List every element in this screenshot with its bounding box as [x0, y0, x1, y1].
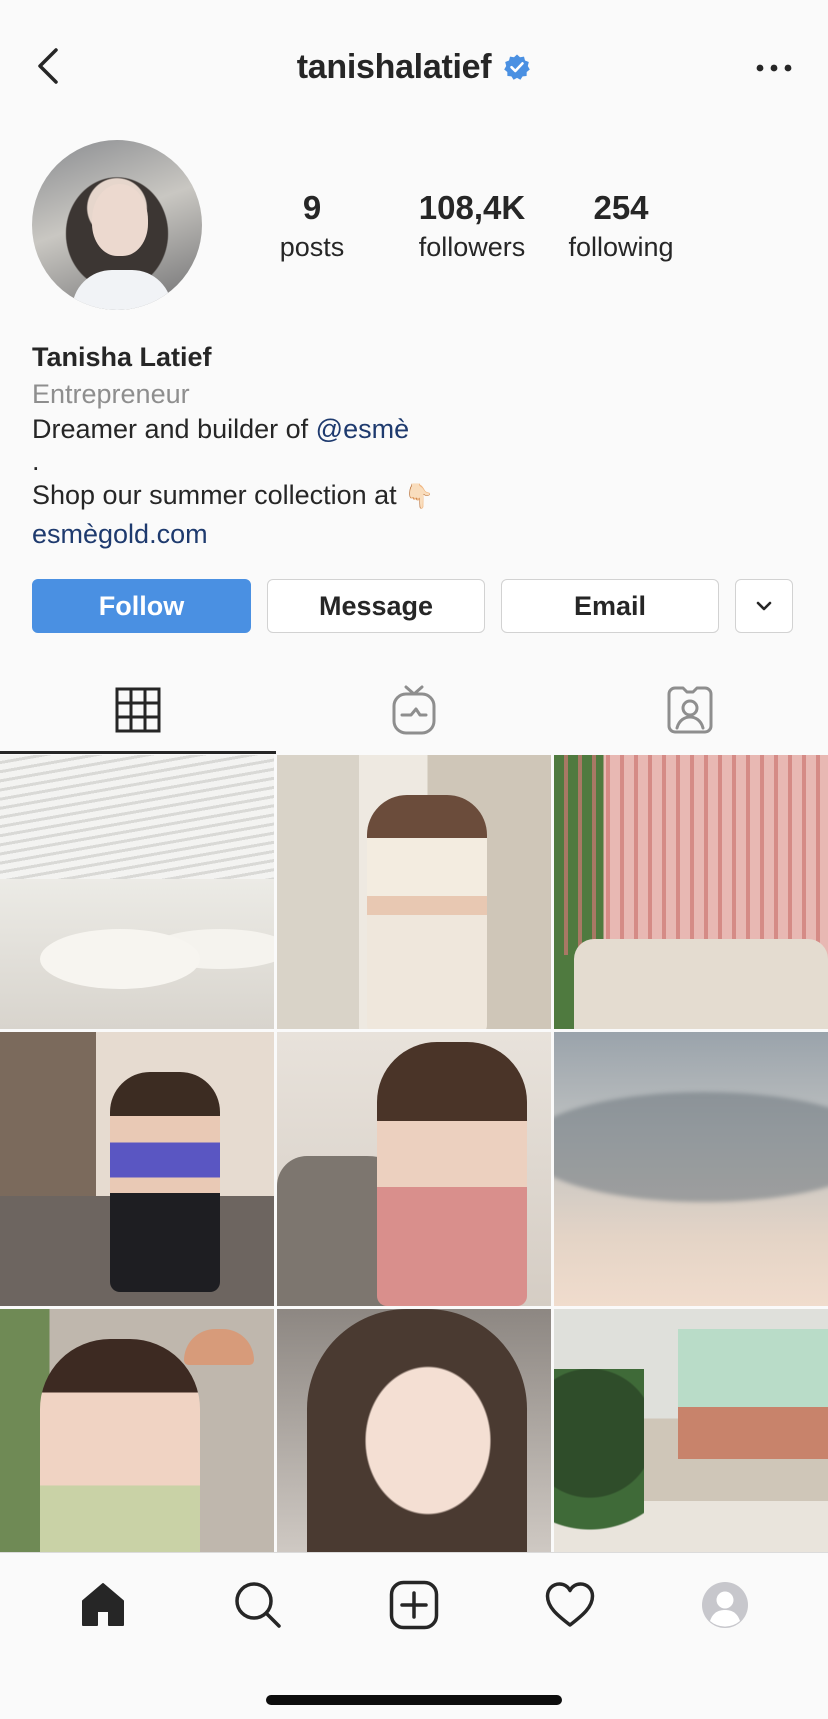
nav-search[interactable] — [228, 1575, 288, 1635]
suggested-accounts-button[interactable] — [735, 579, 793, 633]
followers-count: 108,4K — [418, 189, 526, 226]
profile-header: tanishalatief — [0, 0, 828, 132]
profile-name: Tanisha Latief — [32, 342, 212, 372]
tagged-icon — [667, 686, 713, 734]
profile-tabs — [0, 666, 828, 754]
bio-line-1: Dreamer and builder of @esmè — [32, 412, 792, 446]
nav-profile[interactable] — [695, 1575, 755, 1635]
profile-category: Entrepreneur — [32, 379, 190, 409]
posts-count: 9 — [302, 189, 322, 226]
bottom-navigation — [0, 1552, 828, 1719]
following-label: following — [568, 232, 674, 262]
pointing-down-emoji: 👇🏻 — [404, 483, 435, 510]
tab-tagged[interactable] — [552, 666, 828, 754]
posts-label: posts — [279, 232, 345, 262]
follow-button[interactable]: Follow — [32, 579, 251, 633]
post-thumbnail[interactable] — [0, 755, 274, 1029]
nav-new-post[interactable] — [384, 1575, 444, 1635]
bio-text: Shop our summer collection at — [32, 480, 405, 510]
post-thumbnail[interactable] — [554, 755, 828, 1029]
profile-icon — [702, 1582, 749, 1628]
chevron-down-icon — [756, 601, 772, 611]
following-stat[interactable]: 254 following — [564, 190, 678, 264]
username: tanishalatief — [296, 47, 492, 86]
following-count: 254 — [593, 189, 649, 226]
new-post-icon — [389, 1580, 439, 1630]
post-thumbnail[interactable] — [554, 1309, 828, 1552]
nav-activity[interactable] — [540, 1575, 600, 1635]
nav-home[interactable] — [73, 1575, 133, 1635]
tab-igtv[interactable] — [276, 666, 552, 754]
post-thumbnail[interactable] — [277, 755, 551, 1029]
profile-avatar[interactable] — [32, 140, 202, 310]
bio-line-2: . — [32, 446, 40, 476]
more-horizontal-icon — [756, 64, 792, 72]
profile-bio: Tanisha Latief Entrepreneur Dreamer and … — [32, 338, 792, 554]
bio-line-3: Shop our summer collection at 👇🏻 — [32, 478, 792, 514]
home-indicator — [266, 1695, 562, 1705]
search-icon — [235, 1582, 282, 1628]
post-thumbnail[interactable] — [554, 1032, 828, 1306]
followers-stat[interactable]: 108,4K followers — [410, 190, 534, 264]
post-thumbnail[interactable] — [277, 1309, 551, 1552]
posts-grid — [0, 755, 828, 1552]
verified-badge-icon — [503, 53, 531, 81]
posts-stat[interactable]: 9 posts — [268, 190, 356, 264]
bottom-nav-row — [0, 1575, 828, 1635]
bio-mention-link[interactable]: @esmè — [316, 414, 409, 444]
post-thumbnail[interactable] — [0, 1309, 274, 1552]
website-link[interactable]: esmègold.com — [32, 514, 792, 554]
igtv-icon — [392, 685, 436, 735]
tab-posts-grid[interactable] — [0, 666, 276, 754]
avatar-face — [92, 184, 148, 256]
activity-heart-icon — [545, 1582, 594, 1627]
profile-stats: 9 posts 108,4K followers 254 following — [268, 190, 678, 264]
more-options-button[interactable] — [750, 48, 798, 88]
profile-actions: Follow Message Email — [32, 579, 793, 633]
post-thumbnail[interactable] — [0, 1032, 274, 1306]
home-icon — [81, 1583, 124, 1626]
bio-text: Dreamer and builder of — [32, 414, 316, 444]
grid-icon — [115, 687, 161, 733]
avatar-shirt — [72, 270, 172, 310]
message-button[interactable]: Message — [267, 579, 485, 633]
email-button[interactable]: Email — [501, 579, 719, 633]
followers-label: followers — [418, 232, 526, 262]
post-thumbnail[interactable] — [277, 1032, 551, 1306]
username-title: tanishalatief — [0, 44, 828, 90]
